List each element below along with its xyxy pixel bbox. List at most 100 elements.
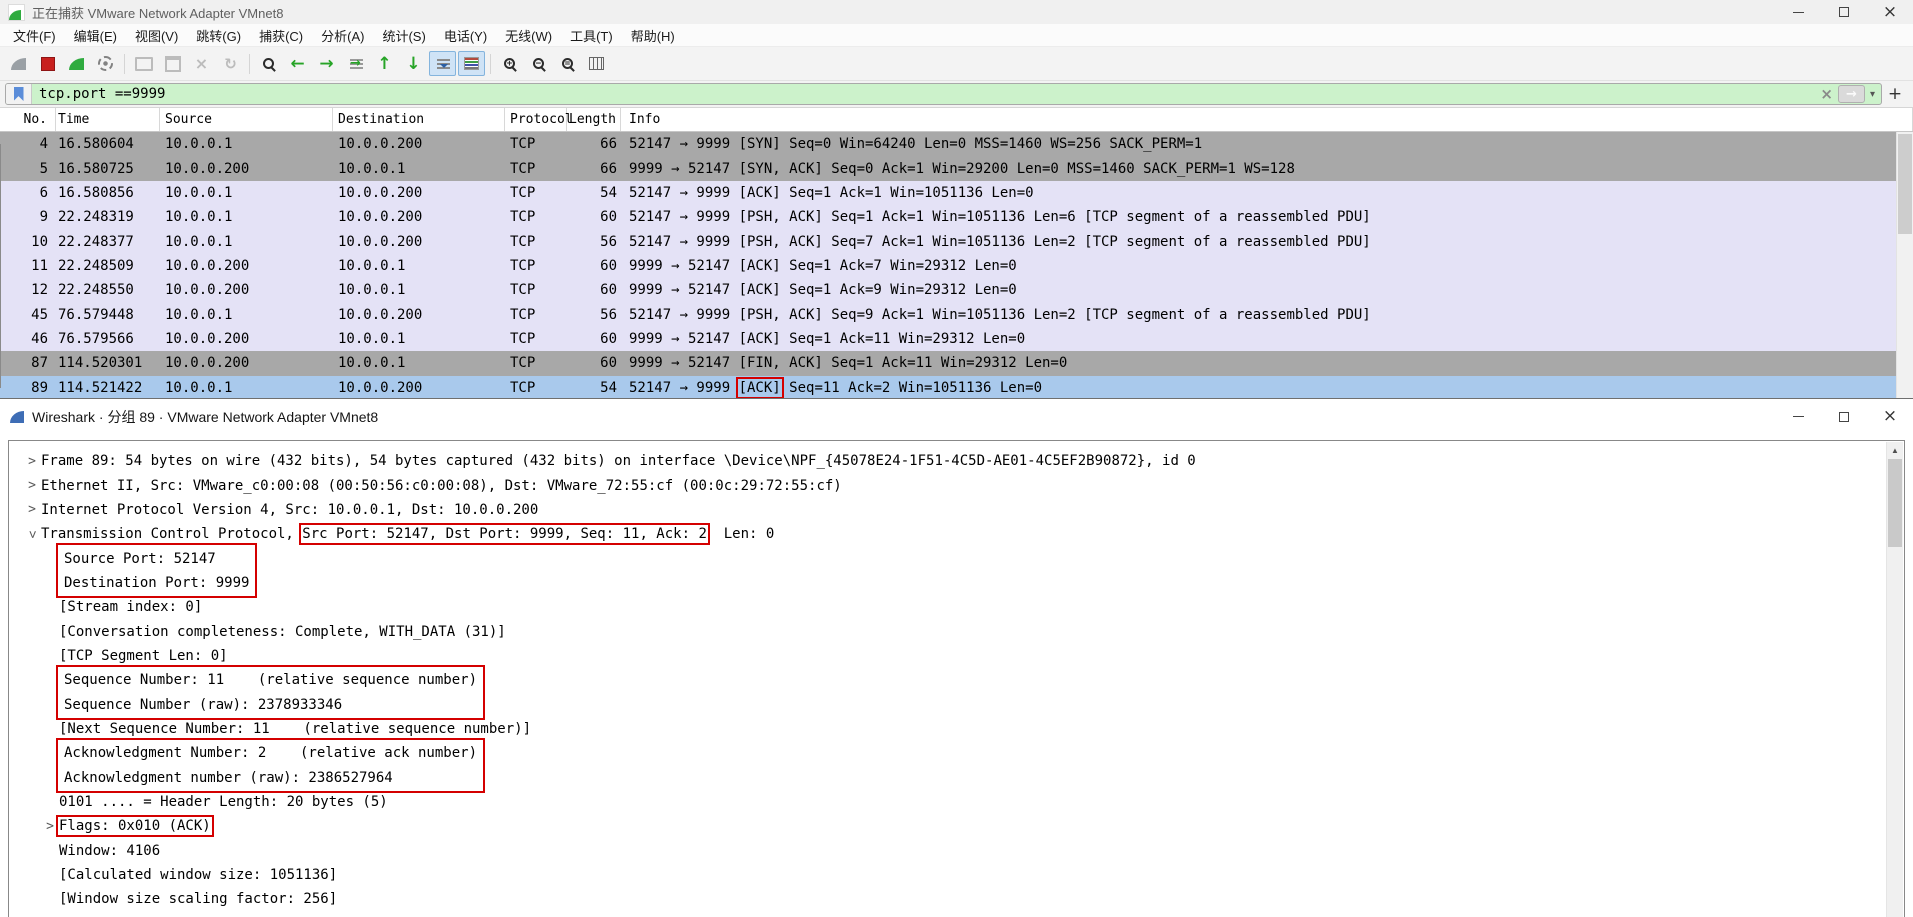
- go-previous-packet-icon[interactable]: [284, 51, 311, 76]
- tree-line-19[interactable]: Checksum:: [59, 912, 1904, 917]
- menu-edit[interactable]: 编辑(E): [65, 26, 126, 45]
- tree-line-16[interactable]: Window: 4106: [59, 839, 1904, 863]
- close-button[interactable]: ×: [1867, 0, 1913, 24]
- packet-row-46[interactable]: 46 76.579566 10.0.0.200 10.0.0.1 TCP 60 9999 →…: [0, 326, 1913, 352]
- menu-wireless[interactable]: 无线(W): [496, 26, 561, 45]
- tree-line-11[interactable]: [Next Sequence Number: 11 (relative sequ…: [59, 717, 1904, 741]
- packet-row-87[interactable]: 87 114.520301 10.0.0.200 10.0.0.1 TCP 60 9999 …: [0, 351, 1913, 376]
- packet-row-10[interactable]: 10 22.248377 10.0.0.1 10.0.0.200 TCP 56 52147 …: [0, 229, 1913, 254]
- filter-add-button[interactable]: +: [1882, 84, 1908, 104]
- capture-window-title: 正在捕获 VMware Network Adapter VMnet8: [32, 5, 284, 21]
- packet-info: 9999 → 52147 [FIN, ACK] Seq=1 Ack=11 Win…: [629, 355, 1068, 372]
- column-header-info[interactable]: Info: [621, 108, 1913, 131]
- tree-line-6[interactable]: [Stream index: 0]: [59, 595, 1904, 619]
- filter-apply-button[interactable]: →: [1837, 85, 1865, 103]
- colorize-packets-icon[interactable]: [458, 51, 485, 76]
- expand-arrow-icon[interactable]: >: [23, 478, 41, 493]
- detail-close-button[interactable]: ×: [1867, 399, 1913, 434]
- detail-scrollbar-thumb[interactable]: [1888, 459, 1902, 547]
- menu-help[interactable]: 帮助(H): [622, 26, 684, 45]
- tree-line-15[interactable]: > Flags: 0x010 (ACK): [41, 814, 1904, 838]
- packet-row-45[interactable]: 45 76.579448 10.0.0.1 10.0.0.200 TCP 56 52147 …: [0, 302, 1913, 327]
- tree-line-3[interactable]: > Transmission Control Protocol, Src Port…: [23, 522, 1904, 546]
- auto-scroll-icon[interactable]: [429, 51, 456, 76]
- capture-restart-icon[interactable]: [63, 51, 90, 76]
- expand-arrow-icon[interactable]: >: [41, 819, 59, 834]
- menu-statistics[interactable]: 统计(S): [373, 26, 434, 45]
- packet-info: 9999 → 52147 [ACK] Seq=1 Ack=9 Win=29312…: [629, 282, 1017, 299]
- menu-analyze[interactable]: 分析(A): [312, 26, 373, 45]
- packet-row-5[interactable]: 5 16.580725 10.0.0.200 10.0.0.1 TCP 66 9999 → …: [0, 156, 1913, 181]
- column-header-source[interactable]: Source: [160, 108, 333, 131]
- tree-line-0[interactable]: > Frame 89: 54 bytes on wire (432 bits), …: [23, 449, 1904, 473]
- tree-line-17[interactable]: [Calculated window size: 1051136]: [59, 863, 1904, 887]
- packet-row-89[interactable]: 89 114.521422 10.0.0.1 10.0.0.200 TCP 54 52147…: [0, 375, 1913, 400]
- packet-list-scrollbar[interactable]: [1896, 132, 1913, 400]
- tree-line-10[interactable]: Sequence Number (raw): 2378933346: [59, 692, 482, 716]
- menu-capture[interactable]: 捕获(C): [250, 26, 312, 45]
- tree-line-4[interactable]: Source Port: 52147: [59, 546, 254, 570]
- go-next-packet-icon[interactable]: [313, 51, 340, 76]
- menu-go[interactable]: 跳转(G): [187, 26, 250, 45]
- menu-telephony[interactable]: 电话(Y): [435, 26, 496, 45]
- tree-line-9[interactable]: Sequence Number: 11 (relative sequence n…: [59, 668, 482, 692]
- capture-options-icon[interactable]: [92, 51, 119, 76]
- resize-columns-icon[interactable]: [583, 51, 610, 76]
- go-last-packet-icon[interactable]: [400, 51, 427, 76]
- filter-bookmark-button[interactable]: [6, 84, 32, 104]
- tree-line-13[interactable]: Acknowledgment number (raw): 2386527964: [59, 765, 482, 789]
- scroll-up-icon[interactable]: ▲: [1887, 442, 1903, 459]
- packet-detail-window: Wireshark · 分组 89 · VMware Network Adapt…: [0, 398, 1913, 917]
- collapse-arrow-icon[interactable]: >: [25, 525, 40, 543]
- filter-dropdown-arrow[interactable]: ▾: [1868, 89, 1881, 100]
- main-toolbar: +−=: [0, 47, 1913, 81]
- tree-line-7[interactable]: [Conversation completeness: Complete, WI…: [59, 619, 1904, 643]
- wireshark-blue-fin-icon: [10, 410, 24, 423]
- packet-row-12[interactable]: 12 22.248550 10.0.0.200 10.0.0.1 TCP 60 9999 →…: [0, 278, 1913, 303]
- tree-text: Len: 0: [706, 526, 775, 543]
- expand-arrow-icon[interactable]: >: [23, 502, 41, 517]
- tree-line-2[interactable]: > Internet Protocol Version 4, Src: 10.0.…: [23, 498, 1904, 522]
- minimize-button[interactable]: [1775, 0, 1821, 24]
- protocol-tree: > Frame 89: 54 bytes on wire (432 bits), …: [9, 441, 1904, 917]
- detail-minimize-button[interactable]: [1775, 399, 1821, 434]
- menu-view[interactable]: 视图(V): [126, 26, 187, 45]
- tree-text: Destination Port: 9999: [64, 574, 250, 591]
- packet-list-scrollbar-thumb[interactable]: [1898, 134, 1912, 234]
- tree-line-14[interactable]: 0101 .... = Header Length: 20 bytes (5): [59, 790, 1904, 814]
- packet-row-4[interactable]: 4 16.580604 10.0.0.1 10.0.0.200 TCP 66 52147 →…: [0, 132, 1913, 157]
- maximize-button[interactable]: [1821, 0, 1867, 24]
- find-packet-icon[interactable]: [255, 51, 282, 76]
- column-header-destination[interactable]: Destination: [333, 108, 505, 131]
- annotation-box: [ACK]: [735, 376, 784, 399]
- capture-stop-icon[interactable]: [34, 51, 61, 76]
- tree-text: Acknowledgment Number: 2 (relative ack n…: [64, 745, 478, 762]
- close-icon: ×: [1882, 406, 1898, 426]
- go-first-packet-icon[interactable]: [371, 51, 398, 76]
- go-to-packet-icon[interactable]: [342, 51, 369, 76]
- zoom-out-icon[interactable]: −: [525, 51, 552, 76]
- packet-row-11[interactable]: 11 22.248509 10.0.0.200 10.0.0.1 TCP 60 9999 →…: [0, 253, 1913, 279]
- menu-tools[interactable]: 工具(T): [561, 26, 622, 45]
- display-filter-text: tcp.port ==9999: [39, 86, 166, 102]
- column-header-time[interactable]: Time: [56, 108, 160, 131]
- expand-arrow-icon[interactable]: >: [23, 454, 41, 469]
- tree-line-8[interactable]: [TCP Segment Len: 0]: [59, 644, 1904, 668]
- column-header-length[interactable]: Length: [567, 108, 621, 131]
- zoom-in-icon[interactable]: +: [496, 51, 523, 76]
- column-header-protocol[interactable]: Protocol: [505, 108, 573, 131]
- column-header-no[interactable]: No.: [0, 108, 56, 131]
- detail-maximize-button[interactable]: [1821, 399, 1867, 434]
- tree-line-12[interactable]: Acknowledgment Number: 2 (relative ack n…: [59, 741, 482, 765]
- filter-clear-button[interactable]: ×: [1815, 85, 1838, 103]
- tree-line-1[interactable]: > Ethernet II, Src: VMware_c0:00:08 (00:5…: [23, 473, 1904, 497]
- zoom-reset-icon[interactable]: =: [554, 51, 581, 76]
- packet-row-6[interactable]: 6 16.580856 10.0.0.1 10.0.0.200 TCP 54 52147 →…: [0, 180, 1913, 206]
- detail-scrollbar[interactable]: ▲: [1886, 442, 1903, 917]
- maximize-icon: [1839, 7, 1849, 17]
- packet-row-9[interactable]: 9 22.248319 10.0.0.1 10.0.0.200 TCP 60 52147 →…: [0, 205, 1913, 230]
- tree-line-5[interactable]: Destination Port: 9999: [59, 571, 254, 595]
- menu-file[interactable]: 文件(F): [4, 26, 65, 45]
- display-filter-input[interactable]: tcp.port ==9999: [32, 84, 1815, 104]
- tree-line-18[interactable]: [Window size scaling factor: 256]: [59, 887, 1904, 911]
